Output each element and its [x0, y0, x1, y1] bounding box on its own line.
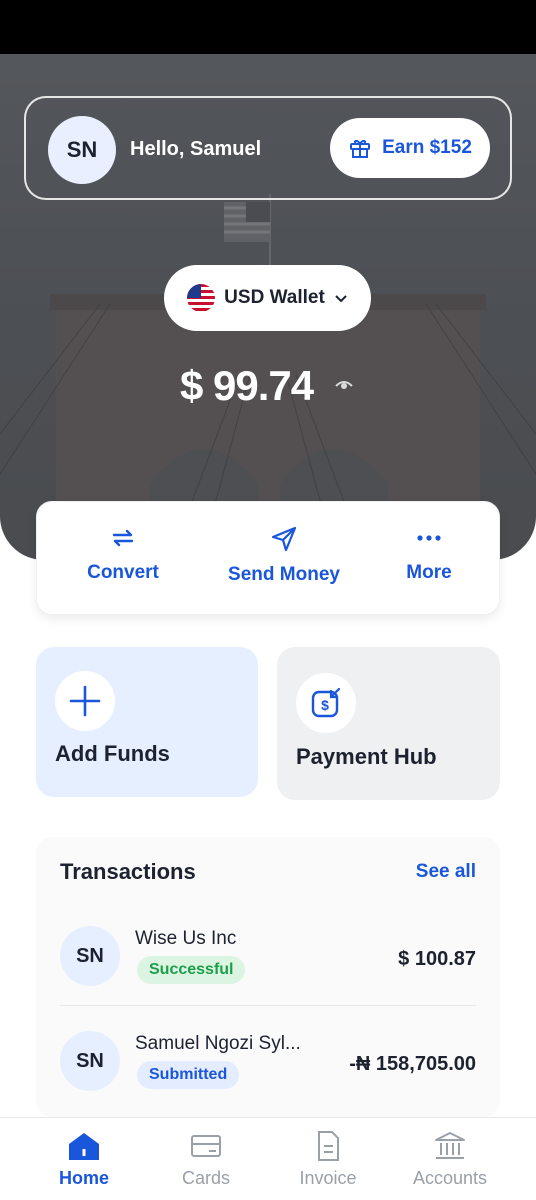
bottom-nav: Home Cards Invoice Accounts: [0, 1117, 536, 1200]
transaction-avatar: SN: [60, 1031, 120, 1091]
add-circle: [55, 671, 115, 731]
transaction-name: Wise Us Inc: [135, 928, 237, 949]
nav-home[interactable]: Home: [17, 1130, 151, 1189]
transactions-title: Transactions: [60, 859, 196, 884]
gift-icon: [350, 140, 371, 158]
transaction-row[interactable]: SN Samuel Ngozi Syl... Submitted -₦ 158,…: [60, 1031, 476, 1131]
quick-actions-bar: Convert Send Money More: [36, 501, 500, 615]
payment-hub-circle: $: [296, 673, 356, 733]
nav-cards[interactable]: Cards: [139, 1130, 273, 1189]
chevron-down-icon: [335, 295, 347, 303]
nav-accounts[interactable]: Accounts: [383, 1130, 517, 1189]
card-icon: [191, 1135, 221, 1157]
payment-hub-label: Payment Hub: [296, 744, 437, 769]
earn-label: Earn $152: [382, 137, 472, 158]
eye-toggle-icon[interactable]: [334, 376, 354, 392]
wallet-selector[interactable]: USD Wallet: [164, 265, 371, 331]
transaction-amount: $ 100.87: [398, 948, 476, 970]
wallet-selector-label: USD Wallet: [224, 287, 325, 308]
transaction-row[interactable]: SN Wise Us Inc Successful $ 100.87: [60, 926, 476, 1026]
earn-referral-button[interactable]: Earn $152: [330, 118, 490, 178]
nav-invoice[interactable]: Invoice: [261, 1130, 395, 1189]
send-icon: [271, 526, 297, 552]
greeting-card: SN Hello, Samuel Earn $152: [24, 96, 512, 200]
convert-button[interactable]: Convert: [83, 524, 163, 584]
transaction-avatar: SN: [60, 926, 120, 986]
payment-hub-tile[interactable]: $ Payment Hub: [277, 647, 500, 800]
greeting-text: Hello, Samuel: [130, 138, 262, 160]
status-badge: Successful: [137, 956, 246, 984]
home-icon: [69, 1133, 99, 1160]
wallet-balance: $ 99.74: [180, 362, 314, 409]
transaction-name: Samuel Ngozi Syl...: [135, 1033, 301, 1054]
plus-icon: [69, 685, 101, 717]
divider: [60, 1005, 476, 1006]
avatar[interactable]: SN: [48, 116, 116, 184]
convert-arrows-icon: [112, 529, 134, 547]
more-label: More: [406, 562, 452, 583]
payment-hub-icon: $: [311, 687, 341, 718]
nav-invoice-label: Invoice: [299, 1168, 357, 1188]
add-funds-label: Add Funds: [55, 741, 170, 766]
send-money-label: Send Money: [228, 564, 340, 585]
transaction-amount: -₦ 158,705.00: [349, 1053, 476, 1075]
status-bar: [0, 0, 536, 54]
us-flag-icon: [187, 284, 216, 312]
status-badge: Submitted: [137, 1061, 240, 1089]
bank-icon: [435, 1132, 465, 1159]
convert-label: Convert: [87, 562, 159, 583]
nav-accounts-label: Accounts: [412, 1168, 488, 1188]
add-funds-tile[interactable]: Add Funds: [36, 647, 258, 797]
more-button[interactable]: More: [399, 524, 459, 584]
nav-cards-label: Cards: [181, 1168, 230, 1188]
nav-home-label: Home: [58, 1168, 109, 1188]
see-all-link[interactable]: See all: [416, 861, 476, 883]
invoice-icon: [318, 1131, 339, 1161]
transactions-card: Transactions See all SN Wise Us Inc Succ…: [36, 837, 500, 1117]
svg-text:$: $: [321, 697, 329, 713]
send-money-button[interactable]: Send Money: [221, 524, 347, 586]
more-dots-icon: [417, 535, 441, 541]
